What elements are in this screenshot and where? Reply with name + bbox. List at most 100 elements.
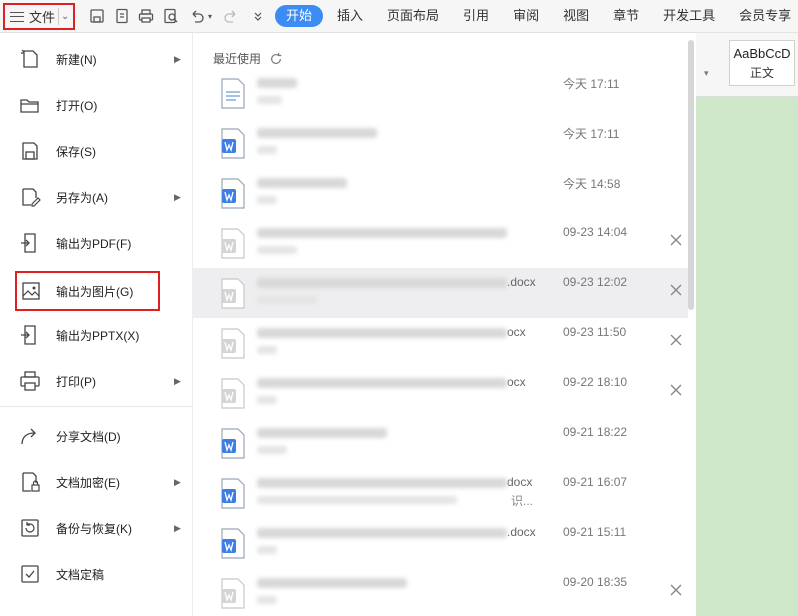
menu-item-export-pdf[interactable]: 输出为PDF(F) bbox=[0, 223, 193, 263]
menu-item-export-pptx[interactable]: 输出为PPTX(X) bbox=[0, 315, 193, 355]
menu-label: 另存为(A) bbox=[56, 190, 108, 205]
file-name bbox=[257, 575, 407, 589]
document-canvas[interactable] bbox=[696, 33, 798, 616]
menu-label: 输出为PPTX(X) bbox=[56, 328, 140, 343]
file-path bbox=[257, 596, 277, 604]
chevron-down-icon[interactable]: ⌄ bbox=[61, 11, 69, 22]
recent-file-row[interactable]: 今天 17:11 bbox=[193, 68, 688, 118]
tab-insert[interactable]: 插入 bbox=[327, 5, 373, 27]
menu-item-open[interactable]: 打开(O) bbox=[0, 85, 193, 125]
style-sample: AaBbCcD bbox=[733, 46, 791, 61]
print-icon[interactable] bbox=[137, 7, 155, 25]
submenu-arrow-icon: ▶ bbox=[174, 53, 181, 64]
menu-item-finalize[interactable]: 文档定稿 bbox=[0, 554, 193, 594]
file-time: 今天 17:11 bbox=[563, 127, 620, 141]
word-doc-icon bbox=[221, 428, 245, 459]
remove-icon[interactable] bbox=[669, 233, 683, 247]
style-name: 正文 bbox=[749, 66, 774, 80]
word-doc-icon bbox=[221, 278, 245, 309]
print-preview-icon[interactable] bbox=[162, 7, 180, 25]
recent-file-row[interactable]: 今天 17:11 bbox=[193, 118, 688, 168]
remove-icon[interactable] bbox=[669, 333, 683, 347]
redo-icon[interactable] bbox=[222, 7, 240, 25]
file-time: 09-22 18:10 bbox=[563, 375, 628, 389]
style-normal[interactable]: AaBbCcD 正文 bbox=[729, 40, 795, 86]
menu-item-save-as[interactable]: 另存为(A) ▶ bbox=[0, 177, 193, 217]
menu-item-save[interactable]: 保存(S) bbox=[0, 131, 193, 171]
menu-item-export-image[interactable]: 输出为图片(G) bbox=[15, 271, 160, 311]
menu-label: 输出为PDF(F) bbox=[56, 236, 132, 251]
file-name: ocx bbox=[257, 325, 526, 339]
file-path bbox=[257, 496, 457, 504]
file-name bbox=[257, 175, 347, 189]
refresh-icon[interactable] bbox=[269, 52, 283, 66]
remove-icon[interactable] bbox=[669, 283, 683, 297]
recent-file-row[interactable]: ocx 09-22 18:10 bbox=[193, 368, 688, 418]
tab-view[interactable]: 视图 bbox=[553, 5, 599, 27]
submenu-arrow-icon: ▶ bbox=[174, 191, 181, 202]
tab-references[interactable]: 引用 bbox=[453, 5, 499, 27]
ribbon-dropdown-icon[interactable]: ▾ bbox=[704, 68, 709, 79]
tab-page-layout[interactable]: 页面布局 bbox=[377, 5, 449, 27]
recent-file-row[interactable]: .docx 09-23 12:02 bbox=[193, 268, 688, 318]
redacted-text bbox=[257, 577, 407, 588]
ribbon-tabs: 开始 插入 页面布局 引用 审阅 视图 章节 开发工具 会员专享 bbox=[275, 5, 798, 27]
recent-file-row[interactable]: ocx 09-23 11:50 bbox=[193, 318, 688, 368]
undo-icon[interactable] bbox=[188, 7, 206, 25]
redacted-text bbox=[257, 177, 347, 188]
menu-item-encrypt[interactable]: 文档加密(E) ▶ bbox=[0, 462, 193, 502]
undo-dropdown-icon[interactable]: ▾ bbox=[205, 7, 215, 25]
file-name bbox=[257, 75, 297, 89]
redacted-text bbox=[257, 427, 387, 438]
menu-label: 分享文档(D) bbox=[56, 429, 121, 444]
file-path bbox=[257, 296, 317, 304]
file-name bbox=[257, 225, 507, 239]
print-icon bbox=[20, 371, 40, 391]
submenu-arrow-icon: ▶ bbox=[174, 375, 181, 386]
recent-header: 最近使用 bbox=[213, 50, 283, 67]
file-path-suffix: 识... bbox=[511, 494, 534, 508]
word-doc-icon bbox=[221, 178, 245, 209]
recent-file-row[interactable]: .docx 09-21 15:11 bbox=[193, 518, 688, 568]
tab-member[interactable]: 会员专享 bbox=[729, 5, 798, 27]
word-doc-icon bbox=[221, 128, 245, 159]
tab-review[interactable]: 审阅 bbox=[503, 5, 549, 27]
tab-developer[interactable]: 开发工具 bbox=[653, 5, 725, 27]
word-doc-icon bbox=[221, 228, 245, 259]
remove-icon[interactable] bbox=[669, 583, 683, 597]
file-time: 今天 17:11 bbox=[563, 77, 620, 91]
recent-file-row[interactable]: 09-20 18:35 bbox=[193, 568, 688, 616]
menu-item-print[interactable]: 打印(P) ▶ bbox=[0, 361, 193, 401]
top-toolbar: 文件 ⌄ ▾ 开始 插入 页面布局 引用 审阅 视图 章节 开发工具 会员专享 bbox=[0, 0, 798, 33]
recent-file-row[interactable]: 09-21 18:22 bbox=[193, 418, 688, 468]
file-path bbox=[257, 546, 277, 554]
file-path bbox=[257, 196, 277, 204]
menu-item-new[interactable]: 新建(N) ▶ bbox=[0, 39, 193, 79]
file-extension: docx bbox=[507, 475, 533, 489]
remove-icon[interactable] bbox=[669, 383, 683, 397]
file-name: .docx bbox=[257, 525, 536, 539]
tab-home[interactable]: 开始 bbox=[275, 5, 324, 27]
menu-item-share[interactable]: 分享文档(D) bbox=[0, 416, 193, 456]
file-menu: 新建(N) ▶ 打开(O) 保存(S) 另存为(A) ▶ 输出为PDF(F) 输… bbox=[0, 33, 193, 616]
file-time: 09-20 18:35 bbox=[563, 575, 628, 589]
recent-file-row[interactable]: 今天 14:58 bbox=[193, 168, 688, 218]
recent-file-row[interactable]: 09-23 14:04 bbox=[193, 218, 688, 268]
tab-sections[interactable]: 章节 bbox=[603, 5, 649, 27]
redacted-text bbox=[257, 277, 507, 288]
file-time: 09-21 18:22 bbox=[563, 425, 628, 439]
export-pdf-quick-icon[interactable] bbox=[113, 7, 131, 25]
customize-toolbar-icon[interactable] bbox=[249, 7, 267, 25]
file-menu-button[interactable]: 文件 ⌄ bbox=[3, 3, 75, 30]
menu-item-backup[interactable]: 备份与恢复(K) ▶ bbox=[0, 508, 193, 548]
file-extension: .docx bbox=[507, 525, 536, 539]
file-path bbox=[257, 146, 277, 154]
recent-file-row[interactable]: docx 识... 09-21 16:07 bbox=[193, 468, 688, 518]
file-name bbox=[257, 125, 377, 139]
save-icon[interactable] bbox=[88, 7, 106, 25]
text-file-icon bbox=[221, 78, 245, 109]
file-name: ocx bbox=[257, 375, 526, 389]
scrollbar[interactable] bbox=[688, 40, 694, 310]
file-path bbox=[257, 396, 277, 404]
file-menu-label: 文件 bbox=[29, 10, 56, 25]
